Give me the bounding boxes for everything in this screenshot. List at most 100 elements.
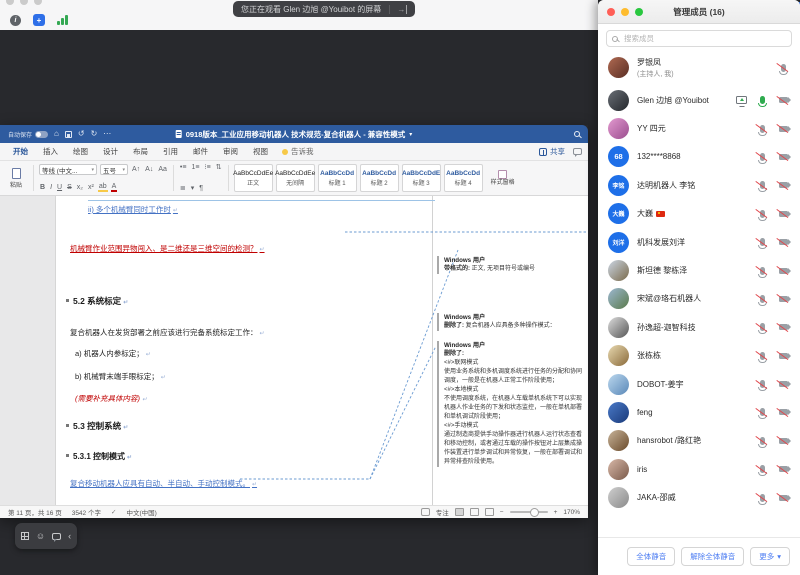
member-row[interactable]: 斯坦德 黎栋泽: [598, 256, 800, 284]
window-minimize-button[interactable]: [20, 0, 28, 5]
style-normal[interactable]: AaBbCcDdEe正文: [234, 164, 273, 192]
camera-off-icon[interactable]: [777, 434, 790, 447]
language-indicator[interactable]: 中文(中国): [126, 507, 156, 517]
member-row[interactable]: 宋斌@珞石机器人: [598, 285, 800, 313]
font-color-icon[interactable]: A: [111, 183, 118, 192]
mic-off-icon[interactable]: [756, 207, 769, 220]
mic-off-icon[interactable]: [756, 378, 769, 391]
share-button[interactable]: 共享: [539, 146, 565, 157]
search-icon[interactable]: [574, 131, 580, 137]
document-canvas[interactable]: ii) 多个机械臂同时工作时 机械臂作业范围异物闯入、是二维还是三维空间的检测？…: [0, 196, 588, 505]
paste-button[interactable]: 粘贴: [4, 163, 28, 193]
member-row[interactable]: Glen 边旭 @Youibot: [598, 86, 800, 114]
style-heading4[interactable]: AaBbCcDd标题 4: [444, 164, 483, 192]
member-row[interactable]: 张栋栋: [598, 342, 800, 370]
member-row[interactable]: feng: [598, 398, 800, 426]
camera-off-icon[interactable]: [777, 321, 790, 334]
panel-zoom-button[interactable]: [635, 8, 643, 16]
bullets-icon[interactable]: •≡: [179, 164, 188, 171]
font-name-select[interactable]: 等线 (中文...▾: [39, 164, 97, 175]
word-count[interactable]: 3542 个字: [72, 507, 101, 517]
more-commands-icon[interactable]: ⋯: [103, 130, 111, 138]
chat-icon[interactable]: [52, 533, 61, 540]
read-mode-icon[interactable]: [470, 508, 479, 516]
collapse-toolbar-icon[interactable]: ‹: [68, 532, 71, 541]
gallery-view-icon[interactable]: [21, 532, 29, 540]
camera-off-icon[interactable]: [777, 349, 790, 362]
mic-off-icon[interactable]: [756, 292, 769, 305]
camera-off-icon[interactable]: [777, 463, 790, 476]
member-row[interactable]: 罗银凤(主持人, 我): [598, 49, 800, 86]
style-no-spacing[interactable]: AaBbCcDdEe无间隔: [276, 164, 315, 192]
window-close-button[interactable]: [6, 0, 14, 5]
redo-icon[interactable]: ↻: [91, 130, 98, 138]
camera-off-icon[interactable]: [777, 236, 790, 249]
tab-home[interactable]: 开始: [6, 144, 35, 159]
tab-references[interactable]: 引用: [156, 144, 185, 159]
camera-off-icon[interactable]: [777, 207, 790, 220]
mic-off-icon[interactable]: [756, 179, 769, 192]
sort-icon[interactable]: ⇅: [215, 164, 223, 171]
tab-design[interactable]: 设计: [96, 144, 125, 159]
strikethrough-icon[interactable]: S: [66, 184, 73, 191]
home-icon[interactable]: ⌂: [54, 130, 59, 138]
tab-draw[interactable]: 绘图: [66, 144, 95, 159]
mic-off-icon[interactable]: [777, 61, 790, 74]
mic-off-icon[interactable]: [756, 406, 769, 419]
style-pane-button[interactable]: 样式窗格: [488, 163, 518, 193]
align-icon[interactable]: ≣: [179, 185, 187, 192]
mic-off-icon[interactable]: [756, 264, 769, 277]
tab-insert[interactable]: 插入: [36, 144, 65, 159]
revision-card[interactable]: Windows 用户 删除了: 复合机器人应具备多种操作模式：: [437, 313, 587, 331]
mic-off-icon[interactable]: [756, 491, 769, 504]
mic-off-icon[interactable]: [756, 434, 769, 447]
multilevel-list-icon[interactable]: ⁝≡: [203, 164, 211, 171]
superscript-icon[interactable]: x²: [87, 184, 95, 191]
numbering-icon[interactable]: 1≡: [190, 164, 200, 171]
tell-me-button[interactable]: 告诉我: [276, 146, 320, 157]
tab-view[interactable]: 视图: [246, 144, 275, 159]
line-spacing-icon[interactable]: ▾: [190, 185, 196, 192]
signal-icon[interactable]: [57, 15, 68, 25]
style-heading2[interactable]: AaBbCcDd标题 2: [360, 164, 399, 192]
print-layout-icon[interactable]: [455, 508, 464, 516]
bold-icon[interactable]: B: [39, 184, 46, 191]
member-row[interactable]: JAKA-邵威: [598, 483, 800, 511]
subscript-icon[interactable]: x₂: [76, 184, 84, 191]
member-row[interactable]: DOBOT-姜宇: [598, 370, 800, 398]
member-row[interactable]: 孙逸超-迦智科技: [598, 313, 800, 341]
banner-collapse-icon[interactable]: →: [389, 5, 407, 14]
web-layout-icon[interactable]: [485, 508, 494, 516]
camera-off-icon[interactable]: [777, 264, 790, 277]
style-heading1[interactable]: AaBbCcDd标题 1: [318, 164, 357, 192]
focus-mode-icon[interactable]: [421, 508, 430, 516]
window-zoom-button[interactable]: [34, 0, 42, 5]
italic-icon[interactable]: I: [49, 184, 53, 191]
undo-icon[interactable]: ↺: [78, 130, 85, 138]
panel-minimize-button[interactable]: [621, 8, 629, 16]
grow-font-icon[interactable]: A↑: [131, 166, 141, 173]
autosave-toggle[interactable]: 自动保存: [8, 130, 48, 139]
member-row[interactable]: 刘洋 机科发展刘洋: [598, 228, 800, 256]
zoom-out-icon[interactable]: −: [500, 509, 504, 516]
zoom-level[interactable]: 170%: [563, 509, 580, 516]
member-row[interactable]: 68 132****8868: [598, 143, 800, 171]
shrink-font-icon[interactable]: A↓: [144, 166, 154, 173]
mic-off-icon[interactable]: [756, 349, 769, 362]
mic-off-icon[interactable]: [756, 236, 769, 249]
panel-close-button[interactable]: [607, 8, 615, 16]
zoom-in-icon[interactable]: +: [554, 509, 558, 516]
save-icon[interactable]: [65, 131, 72, 138]
member-row[interactable]: 大巍 大巍: [598, 200, 800, 228]
camera-off-icon[interactable]: [777, 150, 790, 163]
reactions-icon[interactable]: ☺: [36, 532, 45, 541]
style-heading3[interactable]: AaBbCcDdE标题 3: [402, 164, 441, 192]
zoom-slider[interactable]: [510, 511, 548, 513]
mic-off-icon[interactable]: [756, 150, 769, 163]
unmute-all-button[interactable]: 解除全体静音: [681, 547, 744, 566]
member-row[interactable]: hansrobot /路红艳: [598, 427, 800, 455]
member-row[interactable]: 李铭 达明机器人 李铭: [598, 171, 800, 199]
search-input[interactable]: [622, 33, 786, 44]
comments-icon[interactable]: [573, 148, 582, 155]
member-row[interactable]: iris: [598, 455, 800, 483]
